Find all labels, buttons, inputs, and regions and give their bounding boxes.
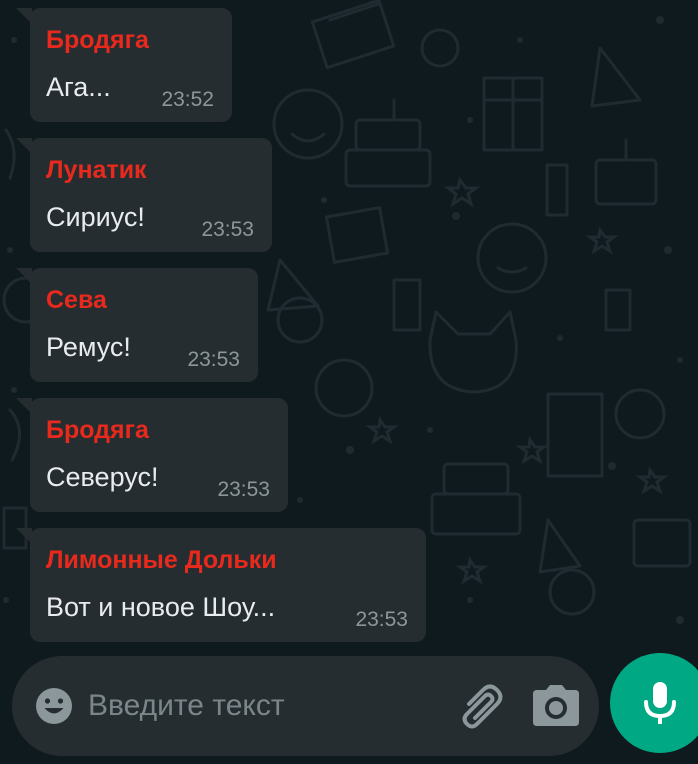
- attach-button[interactable]: [452, 680, 504, 732]
- message-bubble[interactable]: Лимонные Дольки Вот и новое Шоу... 23:53: [16, 528, 426, 642]
- message-input[interactable]: [88, 684, 428, 728]
- message-text: Сириус!: [46, 202, 145, 232]
- message-text: Ага...: [46, 72, 111, 102]
- message-sender[interactable]: Лимонные Дольки: [46, 546, 277, 575]
- message-text: Ремус!: [46, 332, 131, 362]
- message-sender[interactable]: Бродяга: [46, 26, 149, 55]
- bubble-tail: [16, 398, 32, 414]
- emoji-icon: [36, 688, 72, 724]
- message-sender[interactable]: Лунатик: [46, 156, 147, 185]
- message-timestamp: 23:53: [355, 608, 408, 631]
- bubble-tail: [16, 8, 32, 24]
- bubble-tail: [16, 138, 32, 154]
- paperclip-icon: [462, 684, 503, 729]
- bubble-tail: [16, 268, 32, 284]
- message-text: Северус!: [46, 462, 159, 492]
- message-timestamp: 23:53: [217, 478, 270, 501]
- message-bubble[interactable]: Бродяга Ага... 23:52: [16, 8, 232, 122]
- message-timestamp: 23:52: [161, 88, 214, 111]
- message-bubble[interactable]: Бродяга Северус! 23:53: [16, 398, 288, 512]
- microphone-icon: [644, 682, 676, 724]
- camera-icon: [533, 685, 579, 726]
- message-text: Вот и новое Шоу...: [46, 592, 276, 622]
- bubble-tail: [16, 528, 32, 544]
- emoji-button[interactable]: [34, 686, 74, 726]
- message-sender[interactable]: Бродяга: [46, 416, 149, 445]
- camera-button[interactable]: [532, 684, 580, 728]
- message-bubble[interactable]: Сева Ремус! 23:53: [16, 268, 258, 382]
- message-bubble[interactable]: Лунатик Сириус! 23:53: [16, 138, 272, 252]
- message-composer: [12, 656, 599, 756]
- message-sender[interactable]: Сева: [46, 286, 107, 315]
- message-timestamp: 23:53: [201, 218, 254, 241]
- message-timestamp: 23:53: [187, 348, 240, 371]
